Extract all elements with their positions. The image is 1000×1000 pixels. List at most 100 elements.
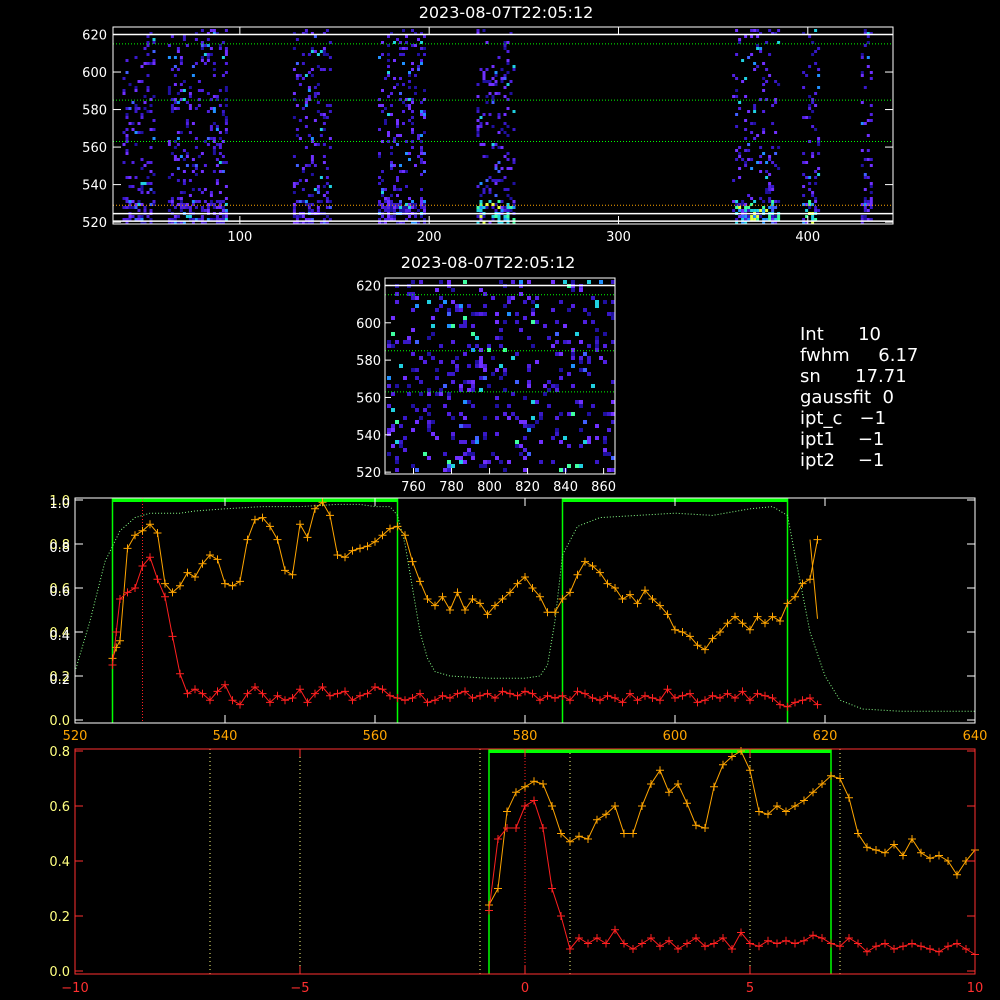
spectrogram-zoom-pixel (535, 296, 539, 300)
spectrogram-zoom-pixel (523, 300, 527, 304)
spectrogram-full-pixel (420, 152, 423, 155)
offset-red-series-point (485, 906, 493, 915)
spectrogram-full-pixel (316, 53, 320, 56)
spectrogram-full-pixel (384, 197, 387, 200)
spectrogram-full-pixel (212, 62, 216, 65)
spectrogram-full-pixel (224, 131, 228, 134)
spectrogram-full-pixel (182, 149, 186, 152)
offset-red-series-point (773, 939, 781, 948)
spectrogram-full-pixel (206, 206, 210, 209)
spectrogram-full-pixel (765, 176, 769, 179)
spectrogram-full-pixel (125, 137, 129, 140)
spectrogram-zoom-pixel (451, 416, 455, 420)
spectrogram-zoom-pixel (591, 384, 595, 388)
spectrogram-full-pixel (741, 215, 745, 218)
spectrogram-full-pixel (497, 200, 501, 203)
spectrogram-full-pixel (417, 65, 420, 68)
spectrogram-full-pixel (756, 44, 760, 47)
spectrogram-full-pixel (134, 131, 138, 134)
spectrogram-full-pixel (191, 74, 195, 77)
spectrogram-full-pixel (747, 194, 751, 197)
spectrogram-full-pixel (399, 188, 402, 191)
spectrogram-zoom-pixel (391, 392, 395, 396)
spectrogram-full-pixel (378, 152, 381, 155)
spectrogram-full-pixel (224, 209, 228, 212)
spectrogram-full-pixel (140, 113, 144, 116)
offset-orange-series-point (944, 857, 952, 865)
spectrogram-full-pixel (143, 62, 147, 65)
spectrogram-full-pixel (140, 167, 144, 170)
spectrogram-full-pixel (414, 215, 417, 218)
spectrogram-full-pixel (497, 179, 501, 182)
spectrogram-zoom-pixel (587, 436, 591, 440)
spectrogram-full-pixel (423, 206, 426, 209)
spectrogram-full-pixel (125, 197, 129, 200)
spectrogram-full-pixel (411, 200, 414, 203)
spectrogram-zoom-pixel (403, 376, 407, 380)
spectrogram-full-pixel (860, 74, 864, 77)
spectrogram-full-pixel (146, 110, 150, 113)
spectrogram-full-pixel (295, 128, 299, 131)
spectrogram-full-pixel (506, 125, 510, 128)
spectrogram-full-pixel (125, 59, 129, 62)
spectrogram-zoom-pixel (463, 424, 467, 428)
spectrogram-full-pixel (503, 95, 507, 98)
offset-red-series-point (512, 824, 520, 832)
spectrogram-zoom-pixel (559, 468, 563, 472)
spectrogram-zoom-y-tick-label: 580 (356, 354, 381, 369)
spectrogram-full-pixel (137, 80, 141, 83)
spectrogram-full-pixel (750, 167, 754, 170)
spectrogram-full-pixel (506, 158, 510, 161)
spectrogram-full-pixel (185, 155, 189, 158)
spectrogram-full-pixel (735, 53, 739, 56)
spectrogram-zoom-pixel (595, 336, 599, 340)
spectrogram-full-pixel (393, 77, 396, 80)
spectrogram-full-pixel (488, 191, 492, 194)
spectrogram-full-pixel (762, 62, 766, 65)
offset-red-series-point (908, 939, 916, 948)
spectrogram-full-pixel (319, 113, 323, 116)
spectrogram-full-pixel (322, 185, 326, 188)
spectrogram-full-pixel (197, 104, 201, 107)
offset-orange-series-point (647, 780, 655, 788)
spectrogram-zoom-pixel (519, 280, 523, 284)
spectrogram-full-pixel (863, 188, 867, 191)
spectrogram-full-pixel (152, 200, 156, 203)
spectrogram-full-pixel (173, 206, 177, 209)
spectrogram-zoom-x-tick-label: 840 (553, 480, 578, 495)
spectrogram-full-pixel (292, 185, 296, 188)
offset-y-tick-label: 0.6 (49, 800, 70, 815)
spectrogram-full-pixel (206, 143, 210, 146)
spectrogram-zoom-pixel (567, 372, 571, 376)
spectrogram-full-pixel (218, 137, 222, 140)
spectrogram-full-pixel (420, 200, 423, 203)
spectrogram-full-pixel (753, 215, 757, 218)
info-line-sn: sn 17.71 (800, 366, 907, 387)
spectrogram-zoom-pixel (427, 404, 431, 408)
spectrogram-full-pixel (497, 206, 501, 209)
spectrogram-full-pixel (869, 164, 873, 167)
spectrogram-full-pixel (298, 74, 302, 77)
spectrum-red-series-point (551, 694, 559, 702)
spectrogram-full-pixel (420, 110, 423, 113)
spectrogram-full-pixel (756, 29, 760, 32)
spectrogram-zoom-pixel (579, 404, 583, 408)
spectrogram-full-pixel (381, 170, 384, 173)
spectrogram-full-pixel (167, 56, 171, 59)
spectrogram-full-pixel (771, 104, 775, 107)
spectrogram-zoom-pixel (415, 368, 419, 372)
spectrogram-full-pixel (814, 209, 818, 212)
spectrogram-full-pixel (768, 200, 772, 203)
spectrogram-full-pixel (393, 209, 396, 212)
spectrogram-zoom-pixel (587, 440, 591, 444)
spectrogram-full-pixel (771, 188, 775, 191)
spectrogram-full-pixel (322, 50, 326, 53)
spectrogram-full-pixel (774, 131, 778, 134)
spectrogram-full-pixel (224, 104, 228, 107)
spectrogram-zoom-pixel (507, 312, 511, 316)
spectrogram-zoom-pixel (487, 344, 491, 348)
spectrum-orange-series-point (798, 579, 807, 588)
spectrogram-full-pixel (307, 209, 311, 212)
spectrogram-zoom-pixel (555, 384, 559, 388)
spectrogram-zoom-pixel (475, 360, 479, 364)
